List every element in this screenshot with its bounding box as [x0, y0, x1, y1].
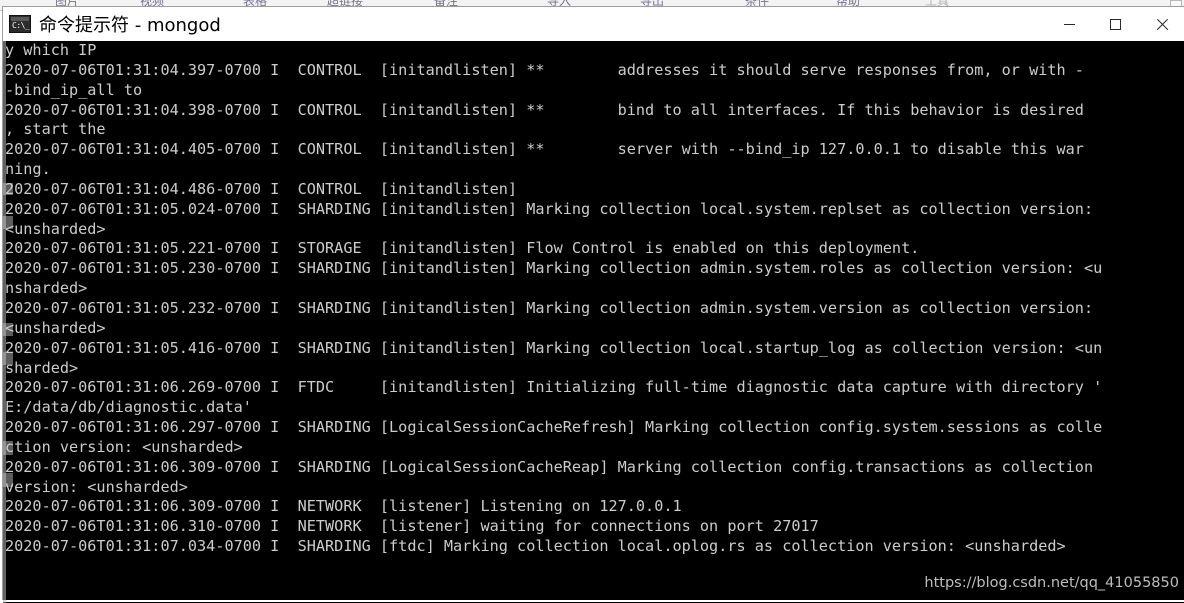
console-line: 2020-07-06T01:31:05.221-0700 I STORAGE [… [5, 239, 920, 258]
console-line: ction version: <unsharded> [5, 437, 243, 456]
console-line: , start the [5, 120, 106, 139]
console-line: 2020-07-06T01:31:04.397-0700 I CONTROL [… [5, 60, 1084, 79]
console-output-area[interactable]: y which IP 2020-07-06T01:31:04.397-0700 I… [3, 41, 1184, 603]
console-line: <unsharded> [5, 318, 106, 337]
minimize-icon [1063, 23, 1075, 25]
maximize-icon [1109, 18, 1121, 30]
window-title: 命令提示符 - mongod [39, 15, 221, 36]
console-line: 2020-07-06T01:31:06.297-0700 I SHARDING … [5, 418, 1103, 437]
window-controls [1046, 7, 1184, 41]
close-icon [1155, 18, 1168, 31]
console-line: 2020-07-06T01:31:05.232-0700 I SHARDING … [5, 298, 1094, 317]
window-titlebar[interactable]: 命令提示符 - mongod [3, 7, 1184, 41]
console-line: 2020-07-06T01:31:04.405-0700 I CONTROL [… [5, 140, 1084, 159]
console-line: 2020-07-06T01:31:04.486-0700 I CONTROL [… [5, 179, 518, 198]
console-line: 2020-07-06T01:31:04.398-0700 I CONTROL [… [5, 100, 1084, 119]
console-line: y which IP [5, 41, 97, 59]
console-line: sharded> [5, 358, 79, 377]
desktop-backdrop: 图片视频表格超链接备注导入导出条件帮助工具 命令提示符 - mongod [0, 0, 1184, 603]
close-button[interactable] [1138, 7, 1184, 41]
console-line: -bind_ip_all to [5, 80, 143, 99]
console-line: 2020-07-06T01:31:05.416-0700 I SHARDING … [5, 338, 1103, 357]
console-line: ning. [5, 160, 51, 179]
watermark: https://blog.csdn.net/qq_41055850 [924, 575, 1179, 591]
console-line: 2020-07-06T01:31:06.310-0700 I NETWORK [… [5, 517, 819, 536]
console-line: 2020-07-06T01:31:06.309-0700 I SHARDING … [5, 457, 1094, 476]
console-line: version: <unsharded> [5, 477, 188, 496]
console-line: nsharded> [5, 279, 88, 298]
cmd-console-icon [9, 15, 31, 33]
console-line: 2020-07-06T01:31:05.024-0700 I SHARDING … [5, 199, 1094, 218]
command-prompt-window: 命令提示符 - mongod [2, 6, 1184, 603]
console-log-text: y which IP 2020-07-06T01:31:04.397-0700 I… [5, 41, 1102, 557]
console-line: 2020-07-06T01:31:07.034-0700 I SHARDING … [5, 537, 1066, 556]
console-line: 2020-07-06T01:31:06.269-0700 I FTDC [ini… [5, 378, 1103, 397]
console-line: 2020-07-06T01:31:05.230-0700 I SHARDING … [5, 259, 1103, 278]
console-line: E:/data/db/diagnostic.data' [5, 398, 252, 417]
console-line: 2020-07-06T01:31:06.309-0700 I NETWORK [… [5, 497, 682, 516]
minimize-button[interactable] [1046, 7, 1092, 41]
maximize-button[interactable] [1092, 7, 1138, 41]
console-line: <unsharded> [5, 219, 106, 238]
